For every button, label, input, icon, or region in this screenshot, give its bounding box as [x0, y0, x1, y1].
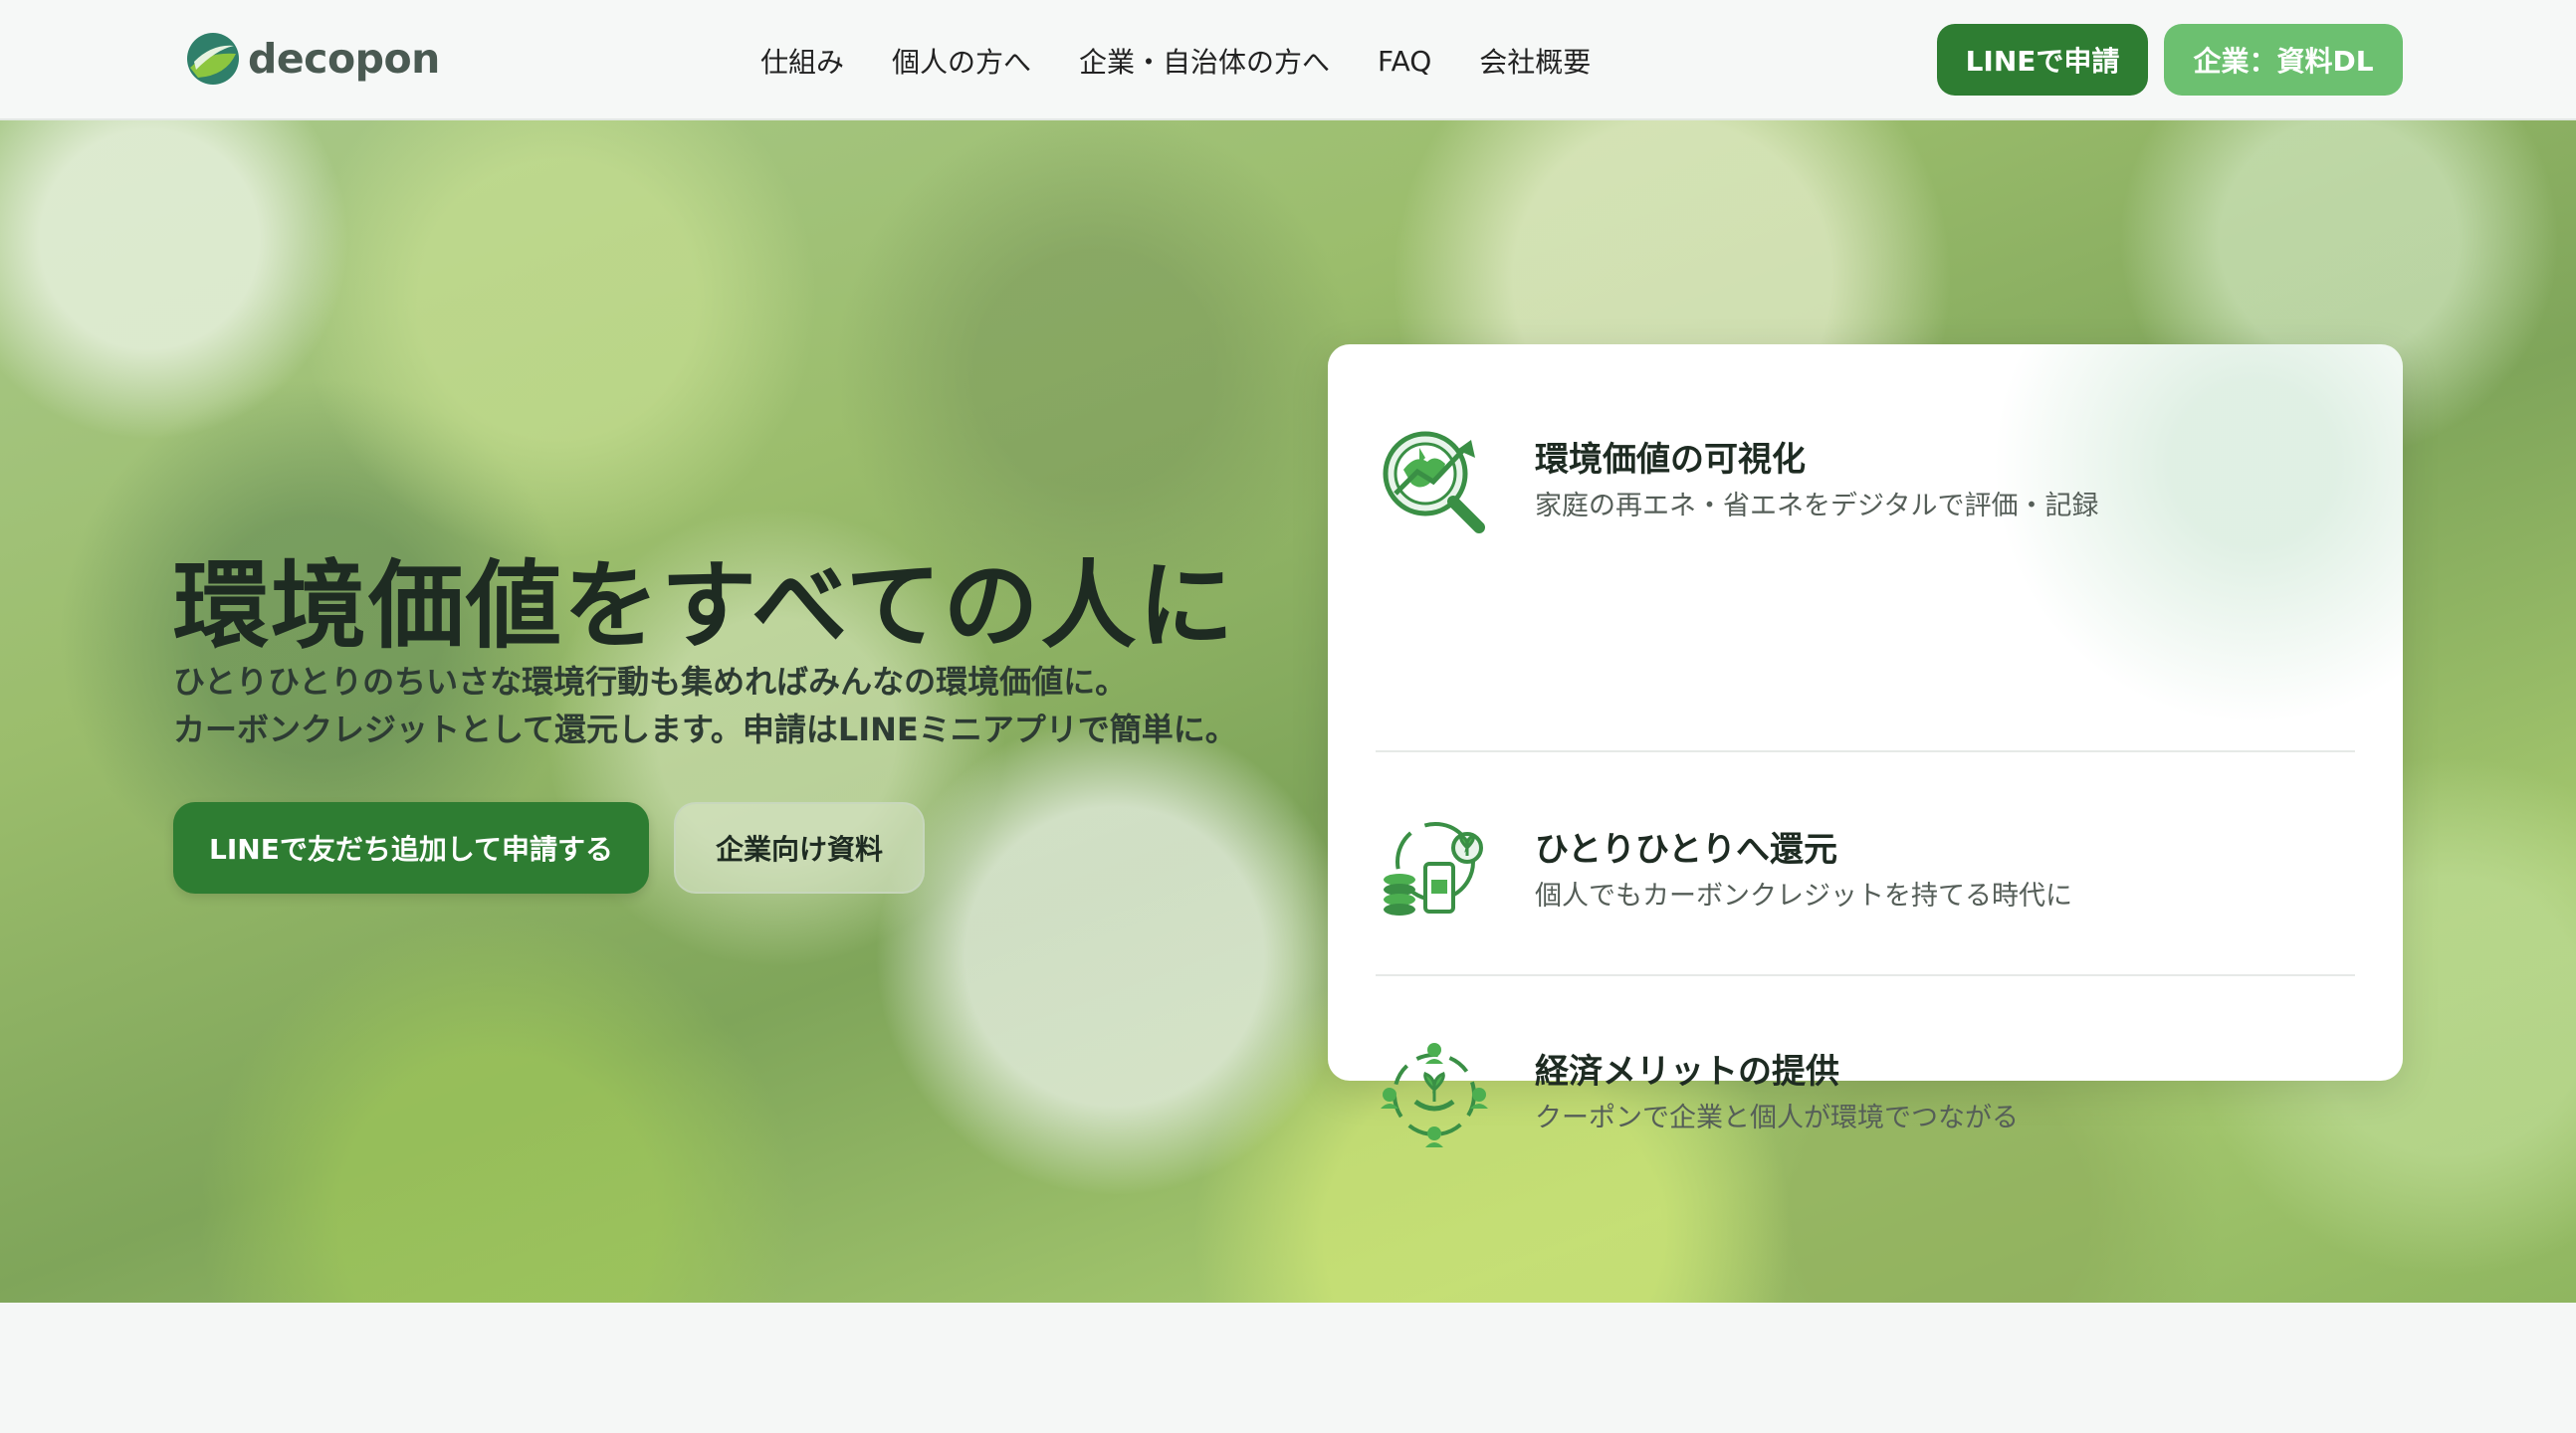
nav-item-company-profile[interactable]: 会社概要 [1479, 41, 1591, 81]
nav-item-faq[interactable]: FAQ [1378, 45, 1431, 78]
coins-phone-plant-icon [1384, 822, 1483, 916]
feature-item: 経済メリットの提供 クーポンで企業と個人が環境でつながる [1376, 1036, 2355, 1155]
feature-divider [1376, 750, 2355, 752]
feature-title: 環境価値の可視化 [1535, 440, 1806, 480]
logo-text: decopon [248, 35, 440, 83]
site-header: decopon 仕組み 個人の方へ 企業・自治体の方へ FAQ 会社概要 LIN… [0, 0, 2576, 120]
line-apply-button[interactable]: LINEで申請 [1937, 24, 2148, 96]
hero-subtitle-line-1: ひとりひとりのちいさな環境行動も集めればみんなの環境価値に。 [173, 663, 1128, 701]
feature-item: ひとりひとりへ還元 個人でもカーボンクレジットを持てる時代に [1376, 814, 2355, 933]
nav-item-companies[interactable]: 企業・自治体の方へ [1079, 41, 1330, 81]
logo[interactable]: decopon [186, 30, 440, 88]
nav-item-how-it-works[interactable]: 仕組み [760, 41, 844, 81]
features-card: 環境価値の可視化 家庭の再エネ・省エネをデジタルで評価・記録 ひとりひとりへ還元… [1328, 344, 2403, 1147]
feature-title: 経済メリットの提供 [1535, 1052, 1839, 1092]
hero-subtitle: ひとりひとりのちいさな環境行動も集めればみんなの環境価値に。 カーボンクレジット… [173, 658, 1318, 753]
feature-description: クーポンで企業と個人が環境でつながる [1535, 1103, 2019, 1133]
feature-description: 家庭の再エネ・省エネをデジタルで評価・記録 [1535, 491, 2099, 521]
feature-title: ひとりひとりへ還元 [1535, 830, 1837, 870]
download-materials-button[interactable]: 企業：資料DL [2164, 24, 2403, 96]
community-cycle-icon [1381, 1043, 1488, 1147]
logo-leaf-icon [187, 33, 239, 85]
hero-section: 環境価値をすべての人に ひとりひとりのちいさな環境行動も集めればみんなの環境価値… [0, 120, 2576, 1303]
main-nav: 仕組み 個人の方へ 企業・自治体の方へ FAQ 会社概要 [760, 38, 1591, 84]
feature-divider [1376, 974, 2355, 976]
hero-subtitle-line-2: カーボンクレジットとして還元します。申請はLINEミニアプリで簡単に。 [173, 711, 1237, 748]
hero-title: 環境価値をすべての人に [173, 550, 1236, 662]
globe-magnifier-icon [1383, 431, 1485, 533]
feature-item: 環境価値の可視化 家庭の再エネ・省エネをデジタルで評価・記録 [1376, 424, 2355, 543]
feature-description: 個人でもカーボンクレジットを持てる時代に [1535, 881, 2072, 912]
line-add-friend-button[interactable]: LINEで友だち追加して申請する [173, 802, 649, 894]
business-materials-button[interactable]: 企業向け資料 [674, 802, 925, 894]
nav-item-individuals[interactable]: 個人の方へ [892, 41, 1031, 81]
